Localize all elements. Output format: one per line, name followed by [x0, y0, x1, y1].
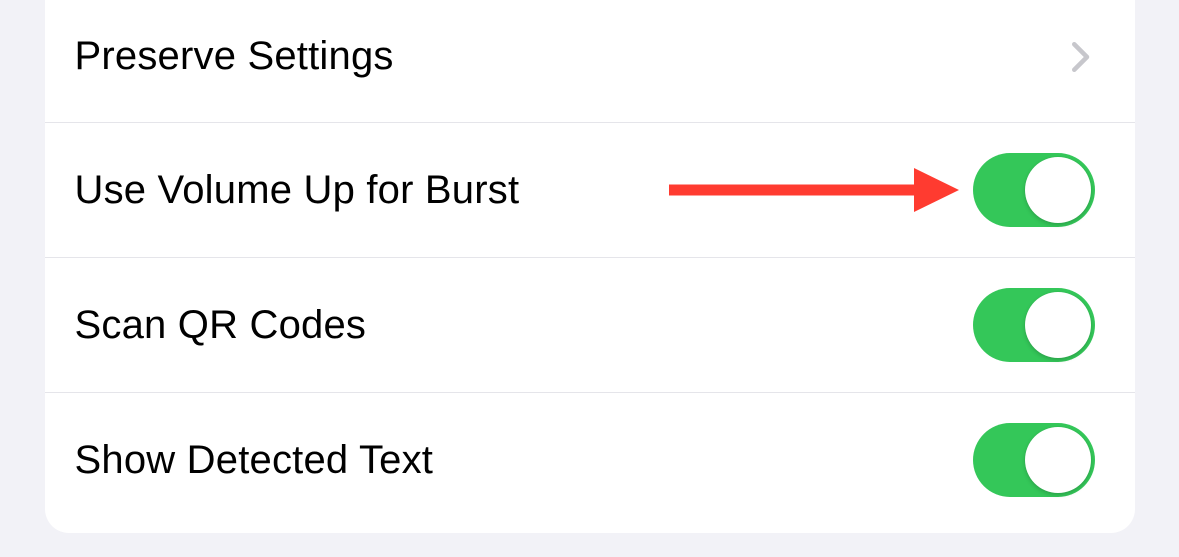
show-detected-text-row: Show Detected Text [45, 392, 1135, 527]
show-detected-text-toggle[interactable] [973, 423, 1095, 497]
row-right [973, 153, 1095, 227]
preserve-settings-row[interactable]: Preserve Settings [45, 0, 1135, 122]
toggle-knob [1025, 292, 1091, 358]
volume-up-burst-label: Use Volume Up for Burst [75, 168, 520, 213]
scan-qr-codes-label: Scan QR Codes [75, 303, 367, 348]
chevron-right-icon [1067, 35, 1095, 79]
toggle-knob [1025, 427, 1091, 493]
show-detected-text-label: Show Detected Text [75, 438, 434, 483]
settings-panel: Preserve Settings Use Volume Up for Burs… [45, 0, 1135, 533]
row-right [973, 288, 1095, 362]
scan-qr-codes-row: Scan QR Codes [45, 257, 1135, 392]
row-right [973, 423, 1095, 497]
row-right [1067, 35, 1095, 79]
highlight-arrow-icon [669, 160, 959, 220]
toggle-knob [1025, 157, 1091, 223]
scan-qr-codes-toggle[interactable] [973, 288, 1095, 362]
volume-up-burst-toggle[interactable] [973, 153, 1095, 227]
volume-up-burst-row: Use Volume Up for Burst [45, 122, 1135, 257]
preserve-settings-label: Preserve Settings [75, 34, 394, 79]
